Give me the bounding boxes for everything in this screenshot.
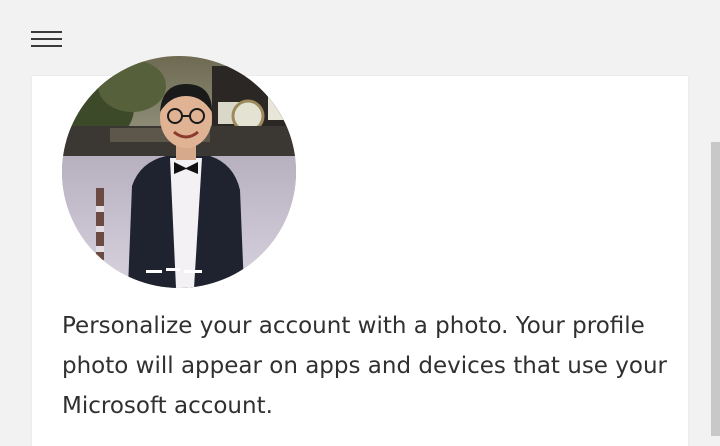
hamburger-menu-icon[interactable]	[24, 26, 64, 52]
top-bar	[0, 0, 720, 76]
scrollbar[interactable]	[711, 142, 720, 436]
profile-photo-image	[62, 56, 296, 288]
menu-line	[31, 45, 62, 47]
menu-line	[31, 31, 62, 33]
profile-photo-description: Personalize your account with a photo. Y…	[62, 313, 667, 419]
profile-photo[interactable]	[62, 56, 296, 288]
menu-line	[31, 38, 62, 40]
